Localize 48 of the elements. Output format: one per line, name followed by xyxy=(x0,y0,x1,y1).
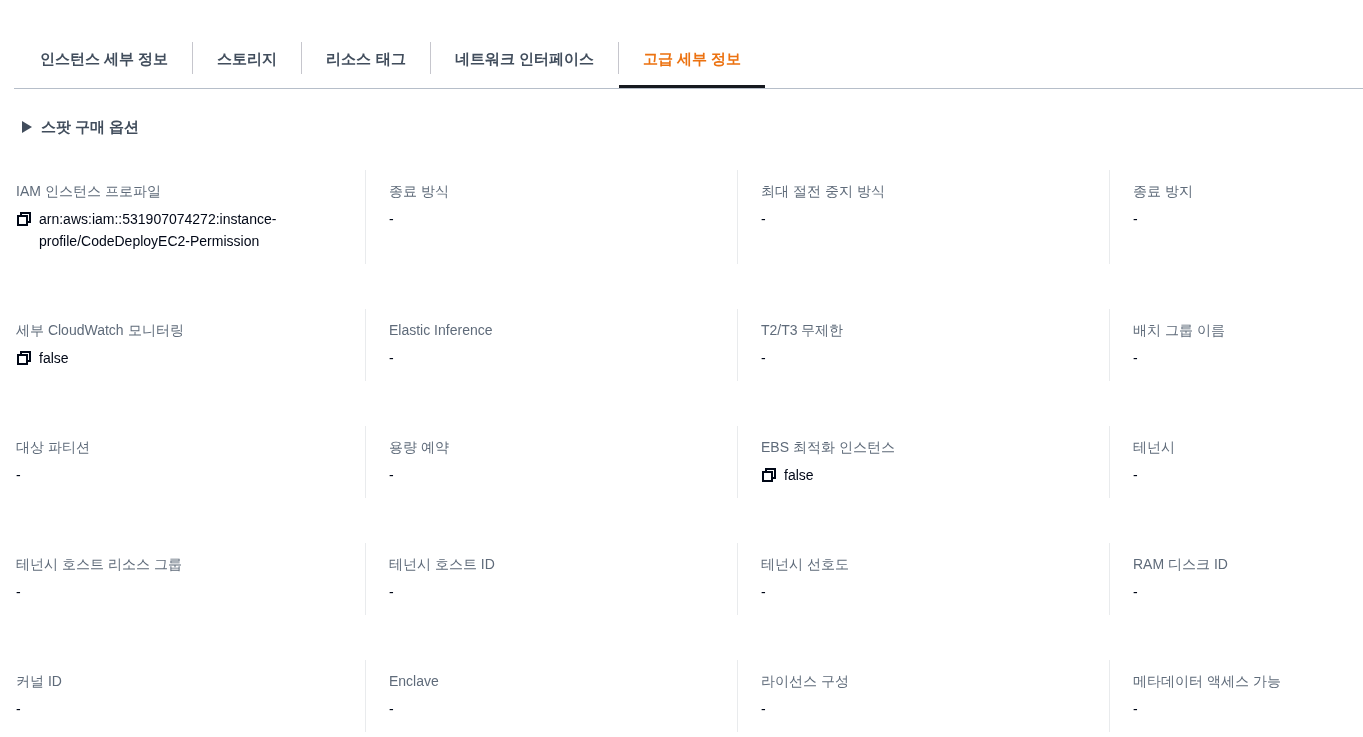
field-label: 커널 ID xyxy=(16,672,63,691)
field-label: Elastic Inference xyxy=(389,321,494,340)
field-value: - xyxy=(389,583,394,602)
field-value: false xyxy=(39,349,69,368)
field-value: false xyxy=(784,466,814,485)
field-label: IAM 인스턴스 프로파일 xyxy=(16,182,162,201)
field-value: - xyxy=(389,700,394,719)
field-label: 최대 절전 중지 방식 xyxy=(761,182,886,201)
field-value: - xyxy=(761,583,766,602)
field-value: - xyxy=(1133,349,1138,368)
field-label: 테넌시 선호도 xyxy=(761,555,850,574)
field-label: 테넌시 호스트 리소스 그룹 xyxy=(16,555,183,574)
tab[interactable]: 스토리지 xyxy=(193,30,302,88)
field-value: - xyxy=(16,583,21,602)
field-value: - xyxy=(1133,210,1138,229)
field-value: - xyxy=(1133,466,1138,485)
expandable-section-header[interactable]: 스팟 구매 옵션 xyxy=(22,116,140,138)
tab[interactable]: 리소스 태그 xyxy=(302,30,430,88)
field-label: 테넌시 xyxy=(1133,438,1176,457)
field-value: - xyxy=(761,210,766,229)
field-label: EBS 최적화 인스턴스 xyxy=(761,438,896,457)
field-label: 종료 방지 xyxy=(1133,182,1194,201)
field-label: 테넌시 호스트 ID xyxy=(389,555,496,574)
copy-icon[interactable] xyxy=(762,468,776,482)
field-value: - xyxy=(1133,583,1138,602)
field-label: 배치 그룹 이름 xyxy=(1133,321,1226,340)
field-value: - xyxy=(389,466,394,485)
field-value: - xyxy=(389,349,394,368)
field-label: 세부 CloudWatch 모니터링 xyxy=(16,321,185,340)
field-value: - xyxy=(16,700,21,719)
field-value: - xyxy=(761,700,766,719)
field-label: 용량 예약 xyxy=(389,438,450,457)
tab[interactable]: 네트워크 인터페이스 xyxy=(430,30,618,88)
field-label: 메타데이터 액세스 가능 xyxy=(1133,672,1282,691)
field-label: Enclave xyxy=(389,672,440,691)
field-label: T2/T3 무제한 xyxy=(761,321,845,340)
field-value: - xyxy=(389,210,394,229)
field-value: arn:aws:iam::531907074272:instance-profile/CodeDeployEC2-Permission xyxy=(39,210,278,251)
copy-icon[interactable] xyxy=(17,212,31,226)
field-label: RAM 디스크 ID xyxy=(1133,555,1229,574)
field-value: - xyxy=(16,466,21,485)
field-label: 종료 방식 xyxy=(389,182,450,201)
tab[interactable]: 인스턴스 세부 정보 xyxy=(14,30,193,88)
field-value: - xyxy=(761,349,766,368)
field-label: 대상 파티션 xyxy=(16,438,91,457)
field-label: 라이선스 구성 xyxy=(761,672,850,691)
field-value: - xyxy=(1133,700,1138,719)
copy-icon[interactable] xyxy=(17,351,31,365)
